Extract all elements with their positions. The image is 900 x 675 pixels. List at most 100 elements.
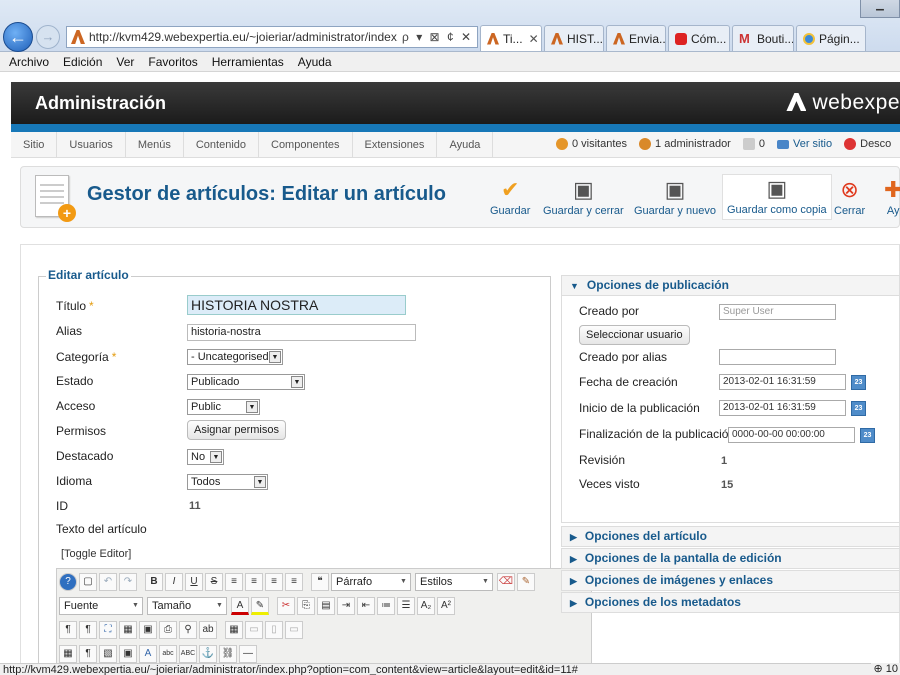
row-icon[interactable]: ▭ [245, 621, 263, 639]
language-select[interactable]: Todos ▼ [187, 474, 268, 490]
preview-icon[interactable]: ▣ [139, 621, 157, 639]
table-icon[interactable]: ▦ [225, 621, 243, 639]
replace-icon[interactable]: ab [199, 621, 217, 639]
images-links-options-header[interactable]: ▶ Opciones de imágenes y enlaces [561, 570, 900, 591]
nav-extensiones[interactable]: Extensiones [353, 131, 438, 158]
template-icon[interactable]: ▦ [119, 621, 137, 639]
menu-herramientas[interactable]: Herramientas [212, 55, 284, 69]
address-bar[interactable]: http://kvm429.webexpertia.eu/~joieriar/a… [66, 26, 478, 48]
edit-screen-options-header[interactable]: ▶ Opciones de la pantalla de edición [561, 548, 900, 569]
article-options-header[interactable]: ▶ Opciones del artículo [561, 526, 900, 547]
nav-contenido[interactable]: Contenido [184, 131, 259, 158]
minimize-button[interactable]: ▁ [860, 0, 900, 18]
nav-usuarios[interactable]: Usuarios [57, 131, 126, 158]
save-close-button[interactable]: ▣ Guardar y cerrar [543, 178, 624, 218]
select-user-button[interactable]: Seleccionar usuario [579, 325, 690, 345]
menu-favoritos[interactable]: Favoritos [148, 55, 197, 69]
align-right-icon[interactable]: ≡ [265, 573, 283, 591]
calendar-icon[interactable]: 23 [851, 401, 866, 416]
superscript-icon[interactable]: A² [437, 597, 455, 615]
merge-icon[interactable]: ▭ [285, 621, 303, 639]
print-icon[interactable]: ⎙ [159, 621, 177, 639]
title-input[interactable]: HISTORIA NOSTRA [187, 295, 406, 315]
strikethrough-icon[interactable]: S [205, 573, 223, 591]
copy-icon[interactable]: ⎘ [297, 597, 315, 615]
menu-edicion[interactable]: Edición [63, 55, 102, 69]
menu-ayuda[interactable]: Ayuda [298, 55, 332, 69]
fullscreen-icon[interactable]: ⛶ [99, 621, 117, 639]
alias-input[interactable]: historia-nostra [187, 324, 416, 341]
metadata-options-header[interactable]: ▶ Opciones de los metadatos [561, 592, 900, 613]
tab-4[interactable]: Cóm... [668, 25, 730, 51]
media-icon[interactable]: ▣ [119, 645, 137, 663]
italic-icon[interactable]: I [165, 573, 183, 591]
size-select[interactable]: Tamaño ▼ [147, 597, 227, 615]
undo-icon[interactable]: ↶ [99, 573, 117, 591]
nav-componentes[interactable]: Componentes [259, 131, 353, 158]
tab-5[interactable]: M Bouti... [732, 25, 794, 51]
visual-aid-icon[interactable]: ▦ [59, 645, 77, 663]
align-left-icon[interactable]: ≡ [225, 573, 243, 591]
search-icon[interactable]: ⚲ [179, 621, 197, 639]
highlight-icon[interactable]: ✎ [251, 597, 269, 615]
forward-button[interactable]: → [36, 25, 60, 49]
state-select[interactable]: Publicado ▼ [187, 374, 305, 390]
tab-2[interactable]: HIST... [544, 25, 604, 51]
nav-ayuda[interactable]: Ayuda [437, 131, 494, 158]
link-icon[interactable]: ⛓ [219, 645, 237, 663]
spellcheck-icon[interactable]: A [139, 645, 157, 663]
created-by-input[interactable]: Super User [719, 304, 836, 320]
publish-down-input[interactable]: 0000-00-00 00:00:00 [728, 427, 855, 443]
view-site-link[interactable]: Ver sitio [776, 138, 832, 150]
save-new-button[interactable]: ▣ Guardar y nuevo [634, 178, 716, 218]
featured-select[interactable]: No ▼ [187, 449, 224, 465]
unordered-list-icon[interactable]: ☰ [397, 597, 415, 615]
bold-icon[interactable]: B [145, 573, 163, 591]
save-copy-button[interactable]: ▣ Guardar como copia [722, 174, 832, 220]
close-icon[interactable]: ✕ [529, 32, 539, 46]
blockquote-icon[interactable]: ❝ [311, 573, 329, 591]
back-button[interactable]: ← [3, 22, 33, 52]
text-color-icon[interactable]: A [231, 597, 249, 615]
underline-icon[interactable]: U [185, 573, 203, 591]
toggle-editor-link[interactable]: [Toggle Editor] [61, 548, 131, 560]
save-button[interactable]: ✔ Guardar [490, 178, 530, 218]
nav-sitio[interactable]: Sitio [11, 131, 58, 158]
tab-1[interactable]: Ti... ✕ [480, 25, 542, 51]
help-icon[interactable]: ? [59, 573, 77, 591]
brush-icon[interactable]: ✎ [517, 573, 535, 591]
eraser-icon[interactable]: ⌫ [497, 573, 515, 591]
calendar-icon[interactable]: 23 [860, 428, 875, 443]
new-document-icon[interactable]: ▢ [79, 573, 97, 591]
assign-permissions-button[interactable]: Asignar permisos [187, 420, 286, 440]
zoom-control[interactable]: ⊕ 10 [871, 663, 900, 675]
format-select[interactable]: Párrafo ▼ [331, 573, 411, 591]
outdent-icon[interactable]: ⇤ [357, 597, 375, 615]
menu-archivo[interactable]: Archivo [9, 55, 49, 69]
ltr-icon[interactable]: ¶ [59, 621, 77, 639]
horizontal-rule-icon[interactable]: ― [239, 645, 257, 663]
messages-status[interactable]: 0 [742, 138, 765, 150]
cut-icon[interactable]: ✂ [277, 597, 295, 615]
rtl-icon[interactable]: ¶ [79, 621, 97, 639]
align-center-icon[interactable]: ≡ [245, 573, 263, 591]
created-date-input[interactable]: 2013-02-01 16:31:59 [719, 374, 846, 390]
font-select[interactable]: Fuente ▼ [59, 597, 143, 615]
redo-icon[interactable]: ↷ [119, 573, 137, 591]
publish-up-input[interactable]: 2013-02-01 16:31:59 [719, 400, 846, 416]
tab-3[interactable]: Envia... [606, 25, 666, 51]
logout-link[interactable]: Desco [844, 138, 891, 150]
category-select[interactable]: - Uncategorised ▼ [187, 349, 283, 365]
column-icon[interactable]: ▯ [265, 621, 283, 639]
created-alias-input[interactable] [719, 349, 836, 365]
publishing-options-header[interactable]: ▼ Opciones de publicación [561, 275, 900, 296]
ordered-list-icon[interactable]: ≔ [377, 597, 395, 615]
menu-ver[interactable]: Ver [116, 55, 134, 69]
access-select[interactable]: Public ▼ [187, 399, 260, 415]
indent-icon[interactable]: ⇥ [337, 597, 355, 615]
help-button[interactable]: ✚ Ay [884, 178, 900, 218]
nav-menus[interactable]: Menús [126, 131, 184, 158]
acronym-icon[interactable]: ABC [179, 645, 197, 663]
tab-6[interactable]: Págin... [796, 25, 866, 51]
address-tools[interactable]: ρ ▾ ⊠ ¢ ✕ [398, 27, 473, 47]
